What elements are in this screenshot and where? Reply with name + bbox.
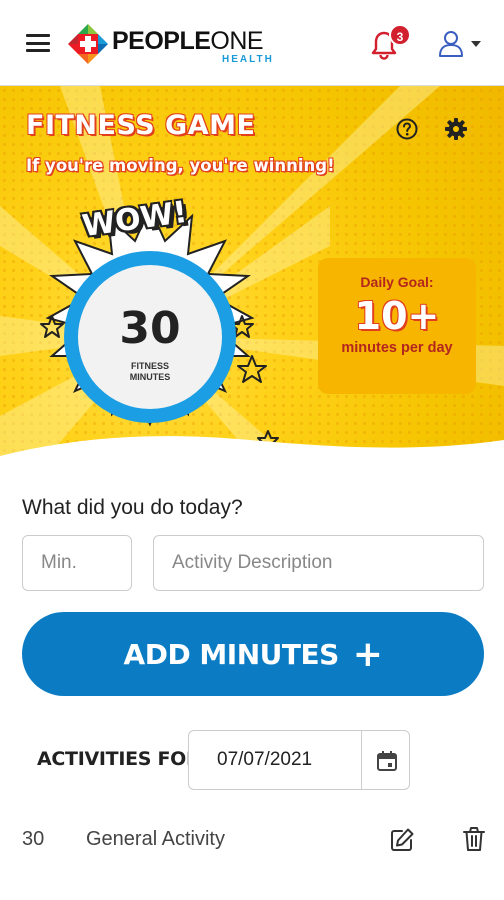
game-title: FITNESS GAME — [26, 110, 256, 141]
plus-icon: + — [352, 633, 383, 675]
fitness-minutes-circle: 30 FITNESS MINUTES — [78, 265, 222, 409]
fitness-minutes-value: 30 — [119, 303, 181, 354]
daily-goal-unit: minutes per day — [341, 340, 453, 356]
fitness-minutes-label-line2: MINUTES — [129, 372, 171, 382]
brand-subtitle: HEALTH — [222, 54, 274, 65]
game-subtitle: If you're moving, you're winning! — [26, 156, 335, 175]
banner-wave-edge — [0, 436, 504, 466]
date-picker-divider — [361, 731, 362, 789]
activity-row-description: General Activity — [86, 828, 225, 850]
activities-for-label: ACTIVITIES FOR — [37, 748, 201, 770]
activity-date-input[interactable] — [189, 731, 361, 789]
activity-row: 30 General Activity — [0, 810, 504, 870]
calendar-icon[interactable] — [375, 749, 399, 773]
notification-count-badge: 3 — [389, 24, 411, 46]
fitness-game-banner: FITNESS GAME If you're moving, you're wi… — [0, 86, 504, 466]
fitness-minutes-label-line1: FITNESS — [130, 361, 169, 371]
brand-name: PEOPLEONE — [112, 27, 264, 55]
brand-name-light: ONE — [210, 27, 264, 55]
activity-row-minutes: 30 — [22, 828, 45, 850]
user-icon[interactable] — [438, 30, 484, 58]
activity-date-picker — [188, 730, 410, 790]
trash-icon[interactable] — [462, 826, 486, 852]
brand-logo[interactable]: PEOPLEONE HEALTH — [66, 20, 290, 70]
add-minutes-button[interactable]: ADD MINUTES + — [22, 612, 484, 696]
question-circle-icon[interactable] — [396, 118, 418, 140]
daily-goal-title: Daily Goal: — [360, 274, 434, 290]
add-minutes-button-label: ADD MINUTES — [123, 637, 340, 671]
daily-goal-value: 10+ — [354, 294, 440, 338]
fitness-minutes-ring: 30 FITNESS MINUTES — [64, 251, 236, 423]
daily-goal-panel: Daily Goal: 10+ minutes per day — [318, 258, 476, 394]
activity-description-input[interactable] — [153, 535, 484, 591]
gear-icon[interactable] — [444, 117, 468, 141]
fitness-minutes-label: FITNESS MINUTES — [78, 361, 222, 383]
hamburger-menu-icon[interactable] — [26, 34, 50, 52]
pencil-edit-icon[interactable] — [389, 827, 415, 853]
peopleone-cross-logo-icon — [67, 23, 109, 65]
brand-name-bold: PEOPLE — [112, 27, 211, 55]
app-header: PEOPLEONE HEALTH 3 — [0, 0, 504, 86]
activity-question: What did you do today? — [22, 496, 243, 519]
minutes-input[interactable] — [22, 535, 132, 591]
